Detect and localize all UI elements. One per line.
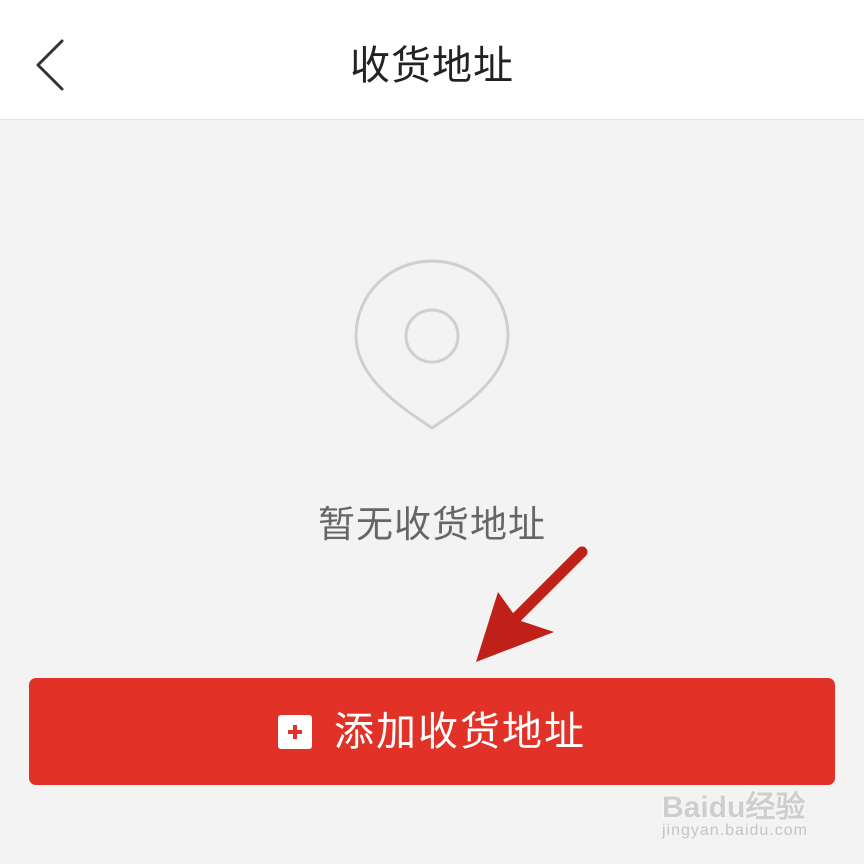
add-address-button[interactable]: 添加收货地址	[29, 678, 835, 785]
top-nav-bar: 收货地址	[0, 0, 864, 120]
empty-state-message: 暂无收货地址	[318, 503, 546, 546]
watermark-brand: Baidu经验	[662, 791, 806, 824]
add-address-label: 添加收货地址	[334, 708, 586, 755]
location-pin-icon	[354, 259, 510, 430]
plus-square-icon	[278, 714, 312, 749]
watermark: Baidu经验 jingyan.baidu.com	[662, 772, 852, 852]
annotation-arrow-icon	[476, 546, 588, 662]
page-title: 收货地址	[350, 43, 514, 89]
watermark-url: jingyan.baidu.com	[662, 822, 808, 839]
